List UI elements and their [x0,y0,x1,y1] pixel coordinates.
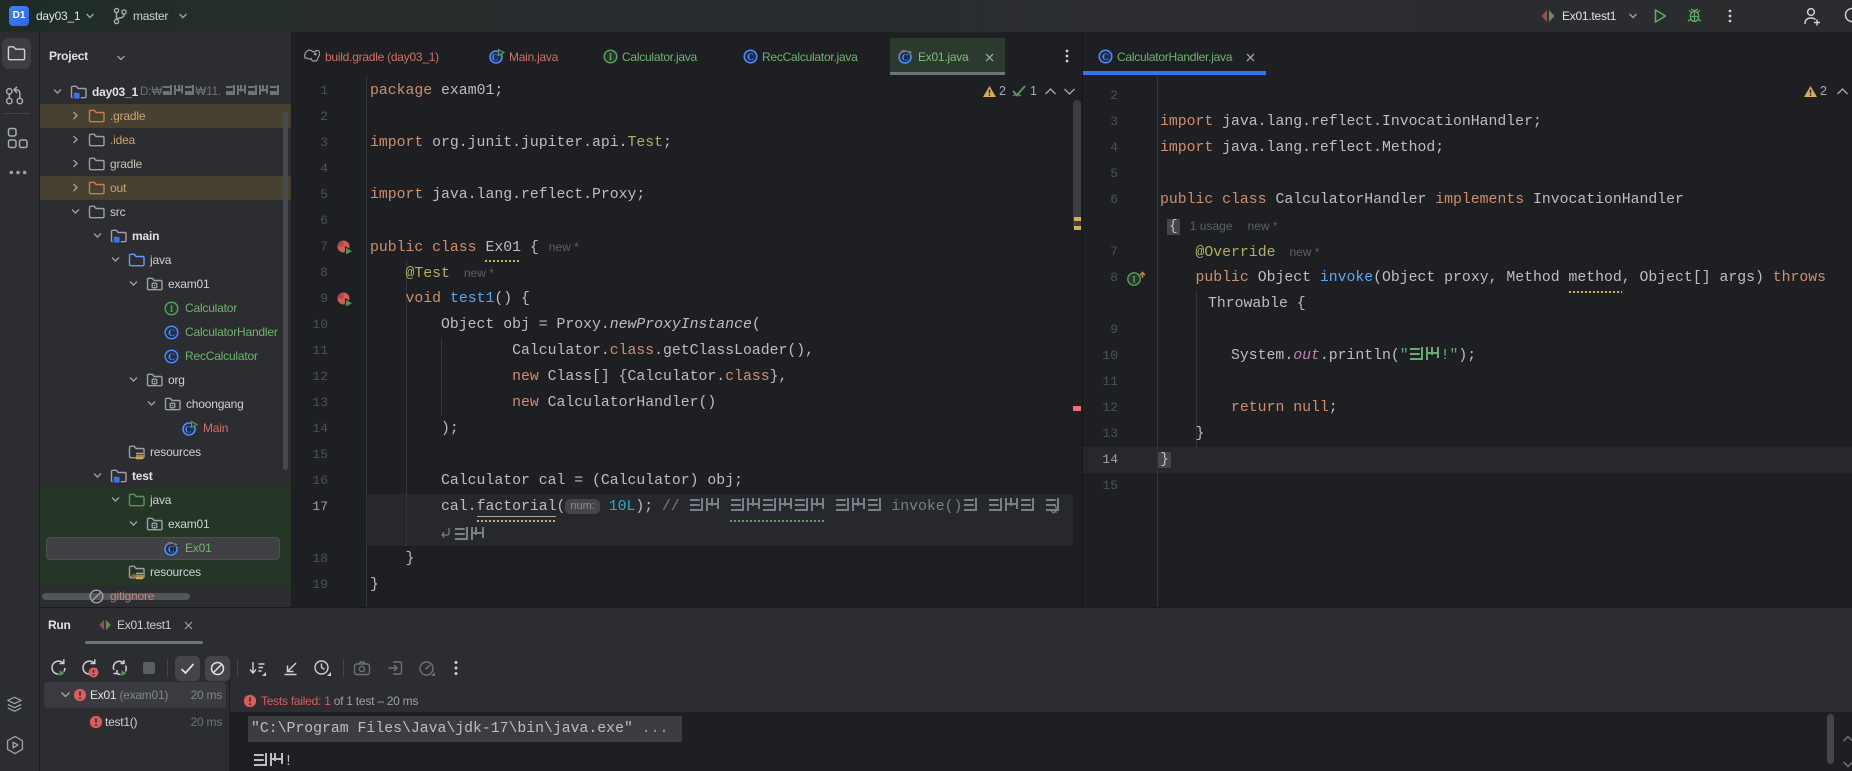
svg-text:C: C [492,52,499,62]
svg-text:I: I [609,53,613,63]
svg-text:C: C [168,544,174,554]
svg-text:I: I [1132,276,1136,286]
svg-text:C: C [1102,53,1109,63]
svg-text:C: C [168,353,175,363]
svg-text:C: C [747,53,754,63]
svg-text:C: C [902,52,909,62]
svg-text:C: C [168,329,175,339]
svg-text:I: I [170,305,174,315]
svg-text:C: C [185,424,191,434]
